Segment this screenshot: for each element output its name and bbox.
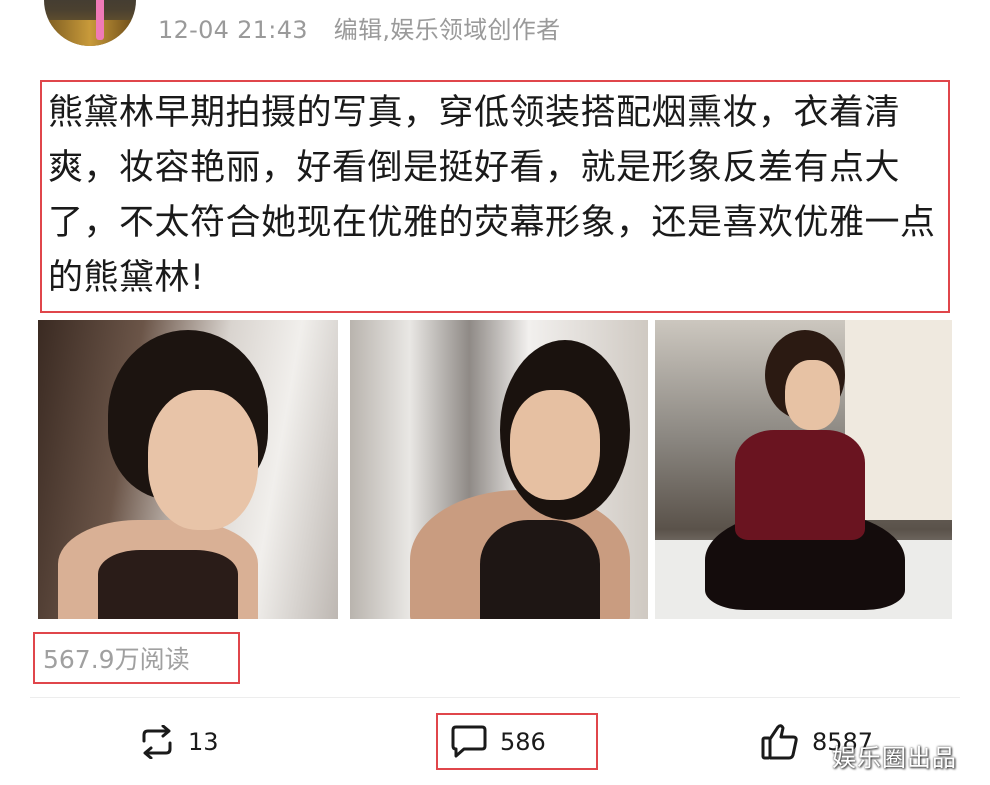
photo-figure — [735, 430, 865, 540]
read-count: 567.9万阅读 — [43, 645, 190, 674]
photo-figure — [510, 390, 600, 500]
repost-button[interactable]: 13 — [138, 720, 219, 764]
post-photo-2[interactable] — [350, 320, 648, 619]
post-photo-3[interactable] — [655, 320, 952, 619]
photo-figure — [98, 550, 238, 619]
photo-figure — [148, 390, 258, 530]
post-text[interactable]: 熊黛林早期拍摄的写真，穿低领装搭配烟熏妆，衣着清爽，妆容艳丽，好看倒是挺好看，就… — [48, 86, 944, 306]
photo-figure — [480, 520, 600, 619]
highlight-box-reads: 567.9万阅读 — [33, 632, 240, 684]
watermark: 娱乐圈出品 — [832, 744, 957, 772]
post-time: 12-04 21:43 — [158, 16, 308, 44]
thumbs-up-icon — [761, 724, 798, 760]
post-meta: 12-04 21:43 编辑,娱乐领域创作者 — [158, 10, 560, 45]
repost-count: 13 — [188, 728, 219, 756]
comment-icon — [451, 725, 487, 758]
photo-figure — [785, 360, 840, 430]
divider — [30, 697, 960, 698]
avatar-city-skyline — [44, 20, 136, 46]
comment-button[interactable]: 586 — [450, 720, 546, 764]
repost-icon — [142, 725, 172, 759]
highlight-box-text: 熊黛林早期拍摄的写真，穿低领装搭配烟熏妆，衣着清爽，妆容艳丽，好看倒是挺好看，就… — [40, 80, 950, 313]
post-source: 编辑,娱乐领域创作者 — [333, 16, 561, 44]
post-photo-1[interactable] — [38, 320, 338, 619]
comment-count: 586 — [500, 728, 546, 756]
avatar-tower — [96, 0, 104, 40]
avatar[interactable] — [44, 0, 136, 46]
